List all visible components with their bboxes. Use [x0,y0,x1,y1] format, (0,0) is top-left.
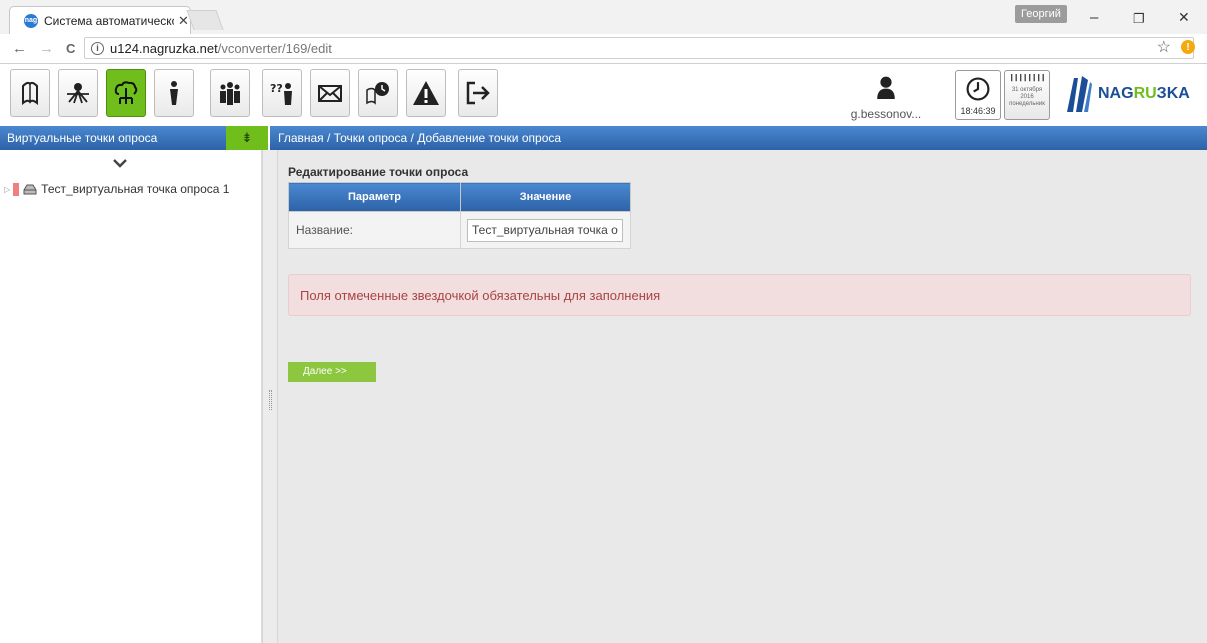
sidebar-title: Виртуальные точки опроса [7,131,158,145]
chevron-down-icon [113,159,127,168]
sidebar-header: Виртуальные точки опроса ⇟ [0,126,268,150]
params-table: Параметр Значение Название: [288,182,631,249]
toolbar-virtual-points-button[interactable] [106,69,146,117]
tree-item[interactable]: ▷ Тест_виртуальная точка опроса 1 [4,182,229,196]
minimize-icon[interactable]: – [1090,9,1098,26]
user-avatar-icon [877,76,895,99]
username-label: g.bessonov... [850,107,922,121]
reload-icon[interactable]: C [66,41,75,56]
sidebar-pin-button[interactable]: ⇟ [226,126,268,150]
browser-tab[interactable]: nag Система автоматическо ✕ [9,6,191,34]
col-param-header: Параметр [288,182,461,212]
maximize-icon[interactable]: ❐ [1133,11,1145,27]
clock-time: 18:46:39 [960,106,996,116]
panel-splitter[interactable] [262,150,278,643]
new-tab-button[interactable] [186,10,224,30]
toolbar-book-button[interactable] [10,69,50,117]
app-toolbar: ?? g.bessonov... 18:46:39 31 октября 201… [0,65,1207,125]
name-input[interactable] [467,218,623,242]
cloud-tree-icon [114,81,138,104]
current-user[interactable]: g.bessonov... [840,73,932,121]
table-row: Название: [288,211,631,249]
col-value-header: Значение [460,182,631,212]
toolbar-group-button[interactable] [210,69,250,117]
person-icon [170,81,178,105]
breadcrumb: Главная / Точки опроса / Добавление точк… [270,126,1207,150]
toolbar-mail-button[interactable] [310,69,350,117]
main-content: Редактирование точки опроса Параметр Зна… [278,150,1207,643]
tab-title: Система автоматическо [44,13,174,28]
book-clock-icon [366,82,389,105]
toolbar-logout-button[interactable] [458,69,498,117]
status-marker [13,182,20,196]
toolbar-help-user-button[interactable]: ?? [262,69,302,117]
clock-widget: 18:46:39 [955,70,1001,120]
url-path: /vconverter/169/edit [217,40,332,56]
sidebar-panel: ▷ Тест_виртуальная точка опроса 1 [0,150,262,643]
virtual-point-icon [23,184,37,194]
calendar-date: 31 октября 2016 понедельник [1009,87,1045,107]
tree-expand-icon[interactable]: ▷ [4,185,10,194]
browser-address-row: ← → C i u124.nagruzka.net/vconverter/169… [0,34,1207,64]
back-icon[interactable]: ← [12,40,27,57]
required-fields-alert: Поля отмеченные звездочкой обязательны д… [288,274,1191,316]
question-person-icon: ?? [270,82,292,105]
nagruzka-logo: NAGRUЗKA [1064,71,1204,117]
toolbar-schedule-button[interactable] [358,69,398,117]
splitter-grip[interactable] [269,390,272,410]
next-button[interactable]: Далее >> [288,362,376,382]
form-title: Редактирование точки опроса [288,165,469,179]
warning-icon [413,81,439,105]
toolbar-network-button[interactable] [58,69,98,117]
pin-down-icon: ⇟ [241,130,253,145]
browser-user-chip[interactable]: Георгий [1015,5,1067,23]
calendar-widget: 31 октября 2016 понедельник [1004,70,1050,120]
extension-icon[interactable]: ! [1181,40,1195,54]
browser-titlebar: nag Система автоматическо ✕ Георгий – ❐ … [0,0,1207,34]
group-icon [220,82,240,105]
breadcrumb-text[interactable]: Главная / Точки опроса / Добавление точк… [278,131,561,145]
collapse-button[interactable] [0,155,240,171]
bookmark-star-icon[interactable]: ☆ [1157,37,1171,57]
logo-mark-icon [1067,76,1092,112]
url-host: u124.nagruzka.net [110,40,218,56]
toolbar-user-button[interactable] [154,69,194,117]
toolbar-alerts-button[interactable] [406,69,446,117]
address-bar[interactable]: i u124.nagruzka.net/vconverter/169/edit [84,37,1194,59]
info-icon[interactable]: i [91,41,104,55]
favicon-icon: nag [24,13,38,28]
logo-text: NAGRUЗKA [1098,85,1190,102]
window-close-icon[interactable]: ✕ [1178,9,1190,26]
forward-icon[interactable]: → [39,40,54,57]
tree-item-label: Тест_виртуальная точка опроса 1 [41,182,230,196]
clock-icon [966,77,990,101]
envelope-icon [318,85,342,102]
book-icon [22,81,38,106]
network-icon [67,83,89,104]
calendar-rings-icon [1011,74,1044,82]
logout-icon [466,81,490,105]
param-name: Название: [288,211,461,249]
svg-text:??: ?? [270,82,283,95]
